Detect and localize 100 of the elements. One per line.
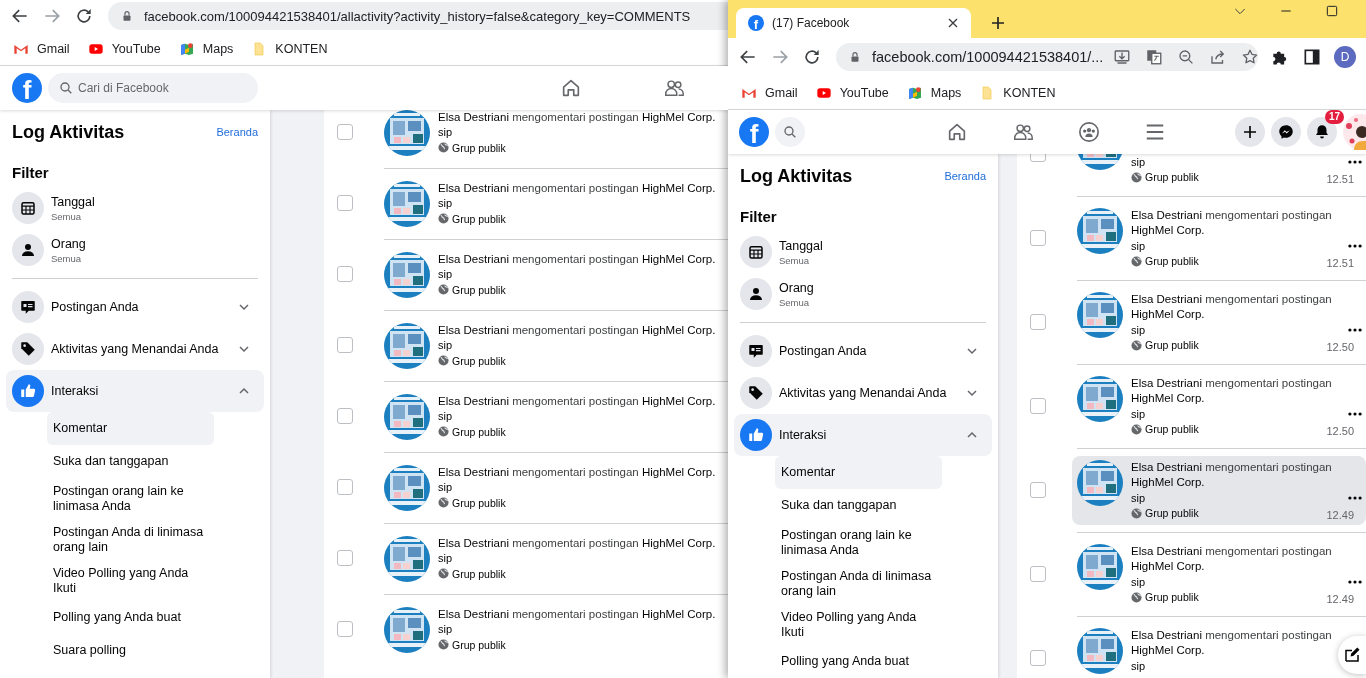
activity-item[interactable]: Elsa Destriani mengomentari postingan HighMel Corp. sip [1072,624,1338,678]
filter-item[interactable]: Tanggal Semua [6,187,264,229]
activity-item[interactable]: Elsa Destriani mengomentari postingan HighMel Corp. sip Grup publik [379,318,728,373]
activity-item[interactable]: Elsa Destriani mengomentari postingan HighMel Corp. sip Grup publik 12.49 [1072,540,1366,609]
activity-item[interactable]: Elsa Destriani mengomentari postingan HighMel Corp. sip Grup publik [379,389,728,444]
comment-text: sip [438,552,453,564]
sidebar-item[interactable]: Polling yang Anda buat [47,601,214,634]
star-icon[interactable] [1241,48,1260,66]
activity-item[interactable]: Elsa Destriani mengomentari postingan HighMel Corp. sip Grup publik 12.50 [1072,288,1366,357]
bookmark[interactable]: Maps [906,84,962,101]
friends-icon[interactable] [662,77,685,99]
bookmark[interactable]: Gmail [741,84,798,101]
checkbox[interactable] [1030,314,1046,330]
sidebar-item[interactable]: Suka dan tanggapan [775,489,942,522]
checkbox[interactable] [337,621,353,637]
activity-item[interactable]: Elsa Destriani mengomentari postingan HighMel Corp. sip Grup publik 12.49 [1072,456,1366,525]
filter-item[interactable]: Orang Semua [6,229,264,271]
bookmark[interactable]: Gmail [13,40,70,57]
activity-text: Elsa Destriani mengomentari postingan HighMel Corp. [438,606,717,622]
sidebar-item[interactable]: Video Polling yang Anda Ikuti [47,560,214,601]
more-icon[interactable] [1348,327,1362,332]
checkbox[interactable] [1030,482,1046,498]
sidebar-item[interactable]: Postingan Anda di linimasa orang lain [47,519,214,560]
category-item[interactable]: Aktivitas yang Menandai Anda [6,328,264,370]
activity-item[interactable]: sip Grup publik 12.51 [1072,154,1366,189]
more-icon[interactable] [1348,579,1362,584]
sidebar-item[interactable]: Postingan orang lain ke linimasa Anda [47,478,214,519]
create-button[interactable] [1235,117,1265,147]
groups-icon[interactable] [1078,121,1100,143]
category-item[interactable]: Interaksi [6,370,264,412]
sidebar-item[interactable]: Komentar [775,456,942,489]
browser-tab[interactable]: f (17) Facebook [736,8,971,38]
friends-icon[interactable] [1012,121,1034,143]
activity-item[interactable]: Elsa Destriani mengomentari postingan HighMel Corp. sip Grup publik 12.50 [1072,372,1366,441]
more-icon[interactable] [1348,159,1362,164]
comment-text: sip [1131,491,1146,504]
category-item[interactable]: Postingan Anda [6,286,264,328]
address-bar[interactable]: facebook.com/100094421538401/... [836,43,1258,71]
timestamp: 12.50 [1326,341,1354,353]
bookmark[interactable]: YouTube [87,40,161,57]
checkbox[interactable] [337,550,353,566]
activity-item[interactable]: Elsa Destriani mengomentari postingan HighMel Corp. sip Grup publik [379,110,728,160]
sidebar-item[interactable]: Suka dan tanggapan [47,445,214,478]
filter-item[interactable]: Tanggal Semua [734,231,992,273]
address-bar[interactable]: facebook.com/100094421538401/allactivity?activity_history=false&category_key=COMMENTS [108,2,728,30]
messenger-icon [1277,123,1295,141]
maximize-icon[interactable] [1324,3,1340,19]
checkbox[interactable] [337,337,353,353]
more-icon[interactable] [1348,495,1362,500]
install-icon[interactable] [1113,48,1132,66]
sidebar-item[interactable]: Suara polling [47,634,214,667]
messenger-button[interactable] [1271,117,1301,147]
sidebar-item[interactable]: Video Polling yang Anda Ikuti [775,604,942,645]
calendar-icon [740,236,772,268]
sidebar-item[interactable]: Postingan Anda di linimasa orang lain [775,563,942,604]
side-panel-icon[interactable] [1302,47,1322,67]
audience-label: Grup publik [452,283,506,296]
bookmark[interactable]: YouTube [815,84,889,101]
category-item[interactable]: Postingan Anda [734,330,992,372]
reload-icon[interactable] [802,47,822,67]
home-link[interactable]: Beranda [216,126,258,138]
reload-icon[interactable] [74,6,94,26]
checkbox[interactable] [1030,398,1046,414]
activity-item[interactable]: Elsa Destriani mengomentari postingan HighMel Corp. sip Grup publik 12.51 [1072,204,1366,273]
checkbox[interactable] [1030,230,1046,246]
home-link[interactable]: Beranda [944,170,986,182]
checkbox[interactable] [337,124,353,140]
filter-item[interactable]: Orang Semua [734,273,992,315]
checkbox[interactable] [337,408,353,424]
comment-text: sip [1131,323,1146,336]
activity-item[interactable]: Elsa Destriani mengomentari postingan HighMel Corp. sip Grup publik [379,176,728,231]
checkbox[interactable] [337,195,353,211]
logo[interactable]: f [12,73,42,103]
sidebar-item[interactable]: Polling yang Anda buat [775,645,942,678]
translate-icon[interactable] [1145,48,1164,66]
account-avatar[interactable]: D [1334,46,1356,68]
search-button[interactable] [775,117,805,147]
activity-item[interactable]: Elsa Destriani mengomentari postingan HighMel Corp. sip Grup publik [379,531,728,586]
more-icon[interactable] [1348,243,1362,248]
logo[interactable]: f [739,117,769,147]
sidebar-item[interactable]: Komentar [47,412,214,445]
bookmark[interactable]: KONTEN [979,84,1056,101]
checkbox[interactable] [337,479,353,495]
checkbox[interactable] [1030,650,1046,666]
activity-item[interactable]: Elsa Destriani mengomentari postingan HighMel Corp. sip Grup publik [379,460,728,515]
checkbox[interactable] [1030,566,1046,582]
search-icon [782,124,798,140]
activity-item[interactable]: Elsa Destriani mengomentari postingan HighMel Corp. sip Grup publik [379,247,728,302]
checkbox[interactable] [337,266,353,282]
sidebar-item[interactable]: Postingan orang lain ke linimasa Anda [775,522,942,563]
bookmark[interactable]: KONTEN [251,40,328,57]
bookmark[interactable]: Maps [178,40,234,57]
home-icon[interactable] [946,121,968,143]
new-tab-icon[interactable] [989,14,1007,32]
search-field[interactable]: Cari di Facebook [48,73,258,103]
more-icon[interactable] [1348,411,1362,416]
activity-item[interactable]: Elsa Destriani mengomentari postingan HighMel Corp. sip Grup publik [379,602,728,657]
speech-bubble-icon [740,335,772,367]
category-item[interactable]: Interaksi [734,414,992,456]
category-item[interactable]: Aktivitas yang Menandai Anda [734,372,992,414]
